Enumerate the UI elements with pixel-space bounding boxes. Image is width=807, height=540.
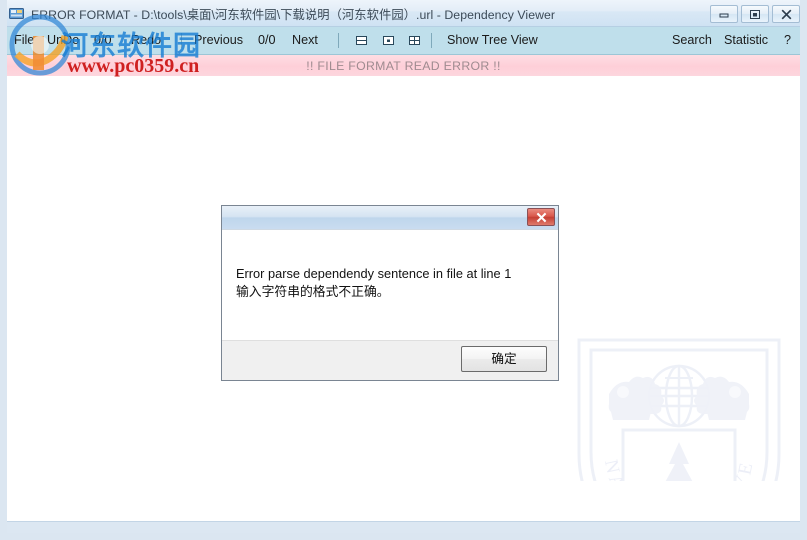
toolbar-nav-counter: 0/0	[258, 33, 276, 47]
grid-view-icon[interactable]	[407, 33, 422, 48]
dialog-body: Error parse dependendy sentence in file …	[222, 230, 558, 342]
file-format-error-banner: !! FILE FORMAT READ ERROR !!	[7, 55, 800, 76]
dialog-message-line-1: Error parse dependendy sentence in file …	[236, 266, 512, 281]
window-title-text: ERROR FORMAT - D:\tools\桌面\河东软件园\下载说明（河东…	[31, 8, 556, 22]
window-title-bar[interactable]: ERROR FORMAT - D:\tools\桌面\河东软件园\下载说明（河东…	[7, 0, 800, 27]
toolbar-show-tree-view-button[interactable]: Show Tree View	[447, 32, 538, 49]
dialog-ok-button[interactable]: 确定	[461, 346, 547, 372]
error-dialog: Error parse dependendy sentence in file …	[221, 205, 559, 381]
dialog-message-line-2: 输入字符串的格式不正确。	[236, 285, 390, 300]
toolbar-undo-counter: 0/0	[94, 33, 112, 47]
maximize-button[interactable]	[741, 5, 769, 23]
toolbar-file-menu[interactable]: File	[14, 32, 34, 49]
dialog-close-icon[interactable]	[527, 208, 555, 226]
split-horizontal-view-icon[interactable]	[354, 33, 369, 48]
toolbar-search-button[interactable]: Search	[672, 32, 712, 49]
close-button[interactable]	[772, 5, 800, 23]
toolbar-separator-2	[338, 33, 339, 48]
toolbar-statistic-button[interactable]: Statistic	[724, 32, 768, 49]
dialog-message: Error parse dependendy sentence in file …	[236, 264, 546, 302]
status-bar	[7, 521, 800, 533]
crest-text-left: NANJING	[600, 458, 679, 481]
dependency-viewer-icon	[9, 6, 24, 21]
document-client-area[interactable]: 1902 NANJING UNIVERSITY	[7, 76, 800, 481]
toolbar-help-button[interactable]: ?	[784, 32, 791, 49]
toolbar-previous-button[interactable]: Previous	[194, 32, 243, 49]
toolbar-undo-button[interactable]: UnDo	[47, 32, 79, 49]
toolbar-separator-1	[181, 33, 182, 48]
application-window: ERROR FORMAT - D:\tools\桌面\河东软件园\下载说明（河东…	[0, 0, 807, 540]
dialog-title-bar[interactable]	[222, 206, 558, 230]
dialog-footer: 确定	[222, 340, 558, 380]
error-banner-text: !! FILE FORMAT READ ERROR !!	[306, 58, 501, 73]
toolbar-redo-button[interactable]: Redo	[131, 32, 161, 49]
single-pane-view-icon[interactable]	[381, 33, 396, 48]
toolbar-next-button[interactable]: Next	[292, 32, 318, 49]
crest-text-right: UNIVERSITY	[565, 334, 758, 481]
main-toolbar: File UnDo 0/0 Redo Previous 0/0 Next Sho…	[7, 27, 800, 55]
minimize-button[interactable]	[710, 5, 738, 23]
toolbar-separator-3	[431, 33, 432, 48]
nanjing-university-crest: 1902 NANJING UNIVERSITY	[556, 318, 793, 481]
